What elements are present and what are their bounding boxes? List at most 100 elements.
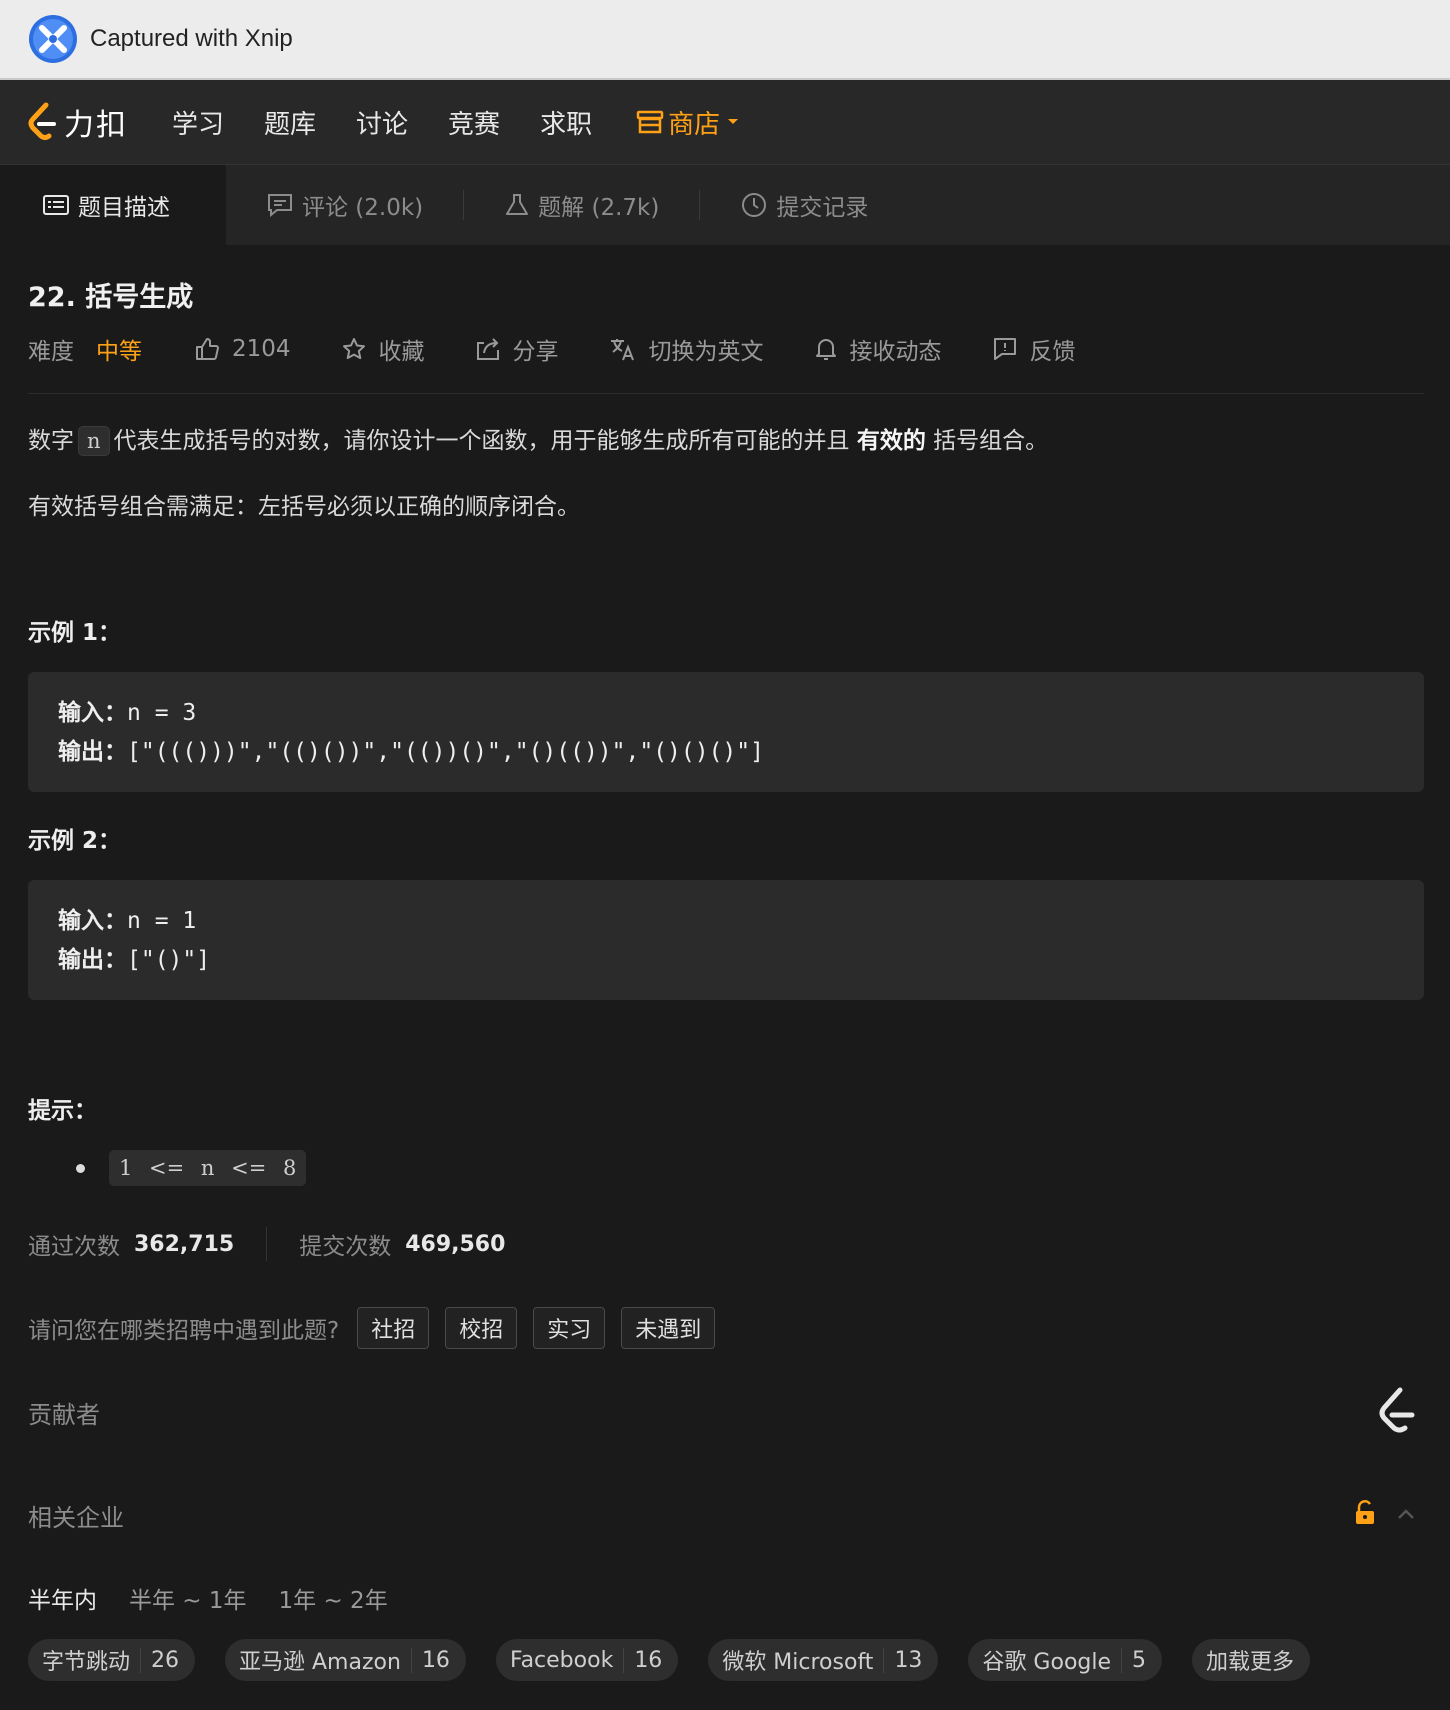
favorite-label: 收藏 xyxy=(378,339,425,365)
desc-text: 数字 xyxy=(28,428,74,454)
like-button[interactable]: 2104 xyxy=(194,336,291,362)
share-button[interactable]: 分享 xyxy=(475,332,559,366)
tab-solutions[interactable]: 题解 (2.7k) xyxy=(464,165,699,245)
brand-name: 力扣 xyxy=(64,108,128,143)
tab-comments[interactable]: 评论 (2.0k) xyxy=(226,165,463,245)
company-tag[interactable]: 微软 Microsoft 13 xyxy=(708,1639,939,1681)
unlock-icon[interactable] xyxy=(1353,1500,1377,1526)
switch-language-button[interactable]: 切换为英文 xyxy=(609,332,764,366)
interview-survey: 请问您在哪类招聘中遇到此题? 社招 校招 实习 未遇到 xyxy=(28,1307,716,1349)
share-label: 分享 xyxy=(512,339,559,365)
company-count: 13 xyxy=(883,1647,922,1673)
company-count: 16 xyxy=(410,1647,450,1673)
example-1-heading: 示例 1： xyxy=(28,620,122,646)
example-1-block: 输入：n = 3 输出：["((()))","(()())","(())()",… xyxy=(28,672,1424,792)
bullet-icon xyxy=(76,1163,85,1173)
star-icon xyxy=(342,338,365,360)
brand-logo[interactable]: 力扣 xyxy=(26,100,128,144)
example-output: ["((()))","(()())","(())()","()(())","()… xyxy=(127,739,764,765)
company-count: 26 xyxy=(140,1647,179,1673)
feedback-icon xyxy=(993,338,1016,360)
leetcode-logo-icon xyxy=(28,102,56,140)
desc-text: 代表生成括号的对数，请你设计一个函数，用于能够生成所有可能的并且 xyxy=(113,428,850,454)
tab-submissions[interactable]: 提交记录 xyxy=(700,165,908,245)
tab-comments-label: 评论 (2.0k) xyxy=(302,195,424,221)
submitted-count: 469,560 xyxy=(405,1231,506,1257)
contributor-avatar-icon[interactable] xyxy=(1374,1385,1422,1441)
survey-option-none[interactable]: 未遇到 xyxy=(621,1307,716,1349)
example-input: n = 1 xyxy=(127,908,197,934)
accepted-count: 362,715 xyxy=(134,1231,235,1257)
company-name: 微软 Microsoft xyxy=(722,1650,874,1675)
hint-item: 1 <= n <= 8 xyxy=(76,1150,307,1186)
meta-divider xyxy=(28,393,1424,394)
like-count: 2104 xyxy=(232,336,291,362)
desc-bold: 有效的 xyxy=(856,428,926,454)
survey-question: 请问您在哪类招聘中遇到此题? xyxy=(28,1318,340,1344)
feedback-button[interactable]: 反馈 xyxy=(992,332,1076,366)
accepted-label: 通过次数 xyxy=(28,1234,120,1260)
capture-title: Captured with Xnip xyxy=(90,25,293,52)
tab-description-label: 题目描述 xyxy=(78,195,170,221)
company-tag[interactable]: Facebook 16 xyxy=(495,1639,679,1681)
switch-language-label: 切换为英文 xyxy=(648,339,764,365)
contributors-label: 贡献者 xyxy=(28,1401,100,1429)
difficulty-value: 中等 xyxy=(96,339,142,365)
clock-icon xyxy=(742,193,767,217)
comment-icon xyxy=(268,194,292,218)
problem-description: 数字 n 代表生成括号的对数，请你设计一个函数，用于能够生成所有可能的并且 有效的 … xyxy=(28,421,1048,456)
nav-shop[interactable]: 商店 xyxy=(636,104,744,141)
example-input: n = 3 xyxy=(127,700,197,726)
subscribe-button[interactable]: 接收动态 xyxy=(814,332,942,366)
input-label: 输入： xyxy=(58,908,127,934)
nav-learn[interactable]: 学习 xyxy=(172,104,224,141)
translate-icon xyxy=(610,339,634,361)
capture-title-bar: Captured with Xnip xyxy=(0,0,1450,80)
problem-description-2: 有效括号组合需满足：左括号必须以正确的顺序闭合。 xyxy=(28,494,580,520)
company-count: 5 xyxy=(1121,1647,1146,1673)
difficulty-label: 难度 xyxy=(28,339,74,365)
company-count: 16 xyxy=(623,1647,662,1673)
nav-problems[interactable]: 题库 xyxy=(264,104,316,141)
company-name: 亚马逊 Amazon xyxy=(239,1650,401,1675)
submitted-label: 提交次数 xyxy=(299,1234,392,1260)
survey-option-intern[interactable]: 实习 xyxy=(533,1307,606,1349)
caret-down-icon xyxy=(728,119,739,124)
problem-tabs: 题目描述 评论 (2.0k) 题解 (2.7k) 提交记录 xyxy=(0,165,1450,245)
survey-option-social[interactable]: 社招 xyxy=(357,1307,430,1349)
hint-code: 1 <= n <= 8 xyxy=(109,1150,307,1186)
period-half-year[interactable]: 半年内 xyxy=(28,1581,97,1615)
problem-meta: 难度 中等 2104 收藏 分享 切换为英文 接收动态 反馈 xyxy=(28,332,1126,366)
example-2-block: 输入：n = 1 输出：["()"] xyxy=(28,880,1424,1000)
load-more-button[interactable]: 加载更多 xyxy=(1192,1639,1311,1681)
submission-stats: 通过次数 362,715 提交次数 469,560 xyxy=(28,1227,505,1261)
nav-jobs[interactable]: 求职 xyxy=(540,104,592,141)
xnip-logo-icon xyxy=(29,15,77,63)
store-icon xyxy=(636,110,664,134)
desc-text: 括号组合。 xyxy=(933,428,1049,454)
companies-label: 相关企业 xyxy=(28,1504,124,1532)
tab-description[interactable]: 题目描述 xyxy=(0,165,226,245)
period-half-to-one-year[interactable]: 半年 ~ 1年 xyxy=(129,1581,247,1615)
share-icon xyxy=(476,338,499,360)
survey-option-campus[interactable]: 校招 xyxy=(445,1307,518,1349)
output-label: 输出： xyxy=(58,739,127,765)
example-output: ["()"] xyxy=(127,947,211,973)
company-tag[interactable]: 谷歌 Google 5 xyxy=(968,1639,1163,1681)
stats-divider xyxy=(266,1227,268,1261)
company-tag[interactable]: 亚马逊 Amazon 16 xyxy=(225,1639,466,1681)
favorite-button[interactable]: 收藏 xyxy=(341,332,425,366)
input-label: 输入： xyxy=(58,700,127,726)
top-nav: 力扣 学习 题库 讨论 竞赛 求职 商店 xyxy=(0,80,1450,165)
inline-code: n xyxy=(78,426,110,456)
bell-icon xyxy=(815,339,836,360)
nav-shop-label: 商店 xyxy=(668,109,721,140)
company-name: 谷歌 Google xyxy=(982,1650,1112,1675)
period-one-to-two-years[interactable]: 1年 ~ 2年 xyxy=(279,1581,388,1615)
nav-contest[interactable]: 竞赛 xyxy=(448,104,500,141)
thumbs-up-icon xyxy=(196,338,219,360)
chevron-up-icon[interactable] xyxy=(1396,1507,1416,1521)
company-tag[interactable]: 字节跳动 26 xyxy=(28,1639,196,1681)
nav-discuss[interactable]: 讨论 xyxy=(356,104,408,141)
flask-icon xyxy=(506,194,529,215)
